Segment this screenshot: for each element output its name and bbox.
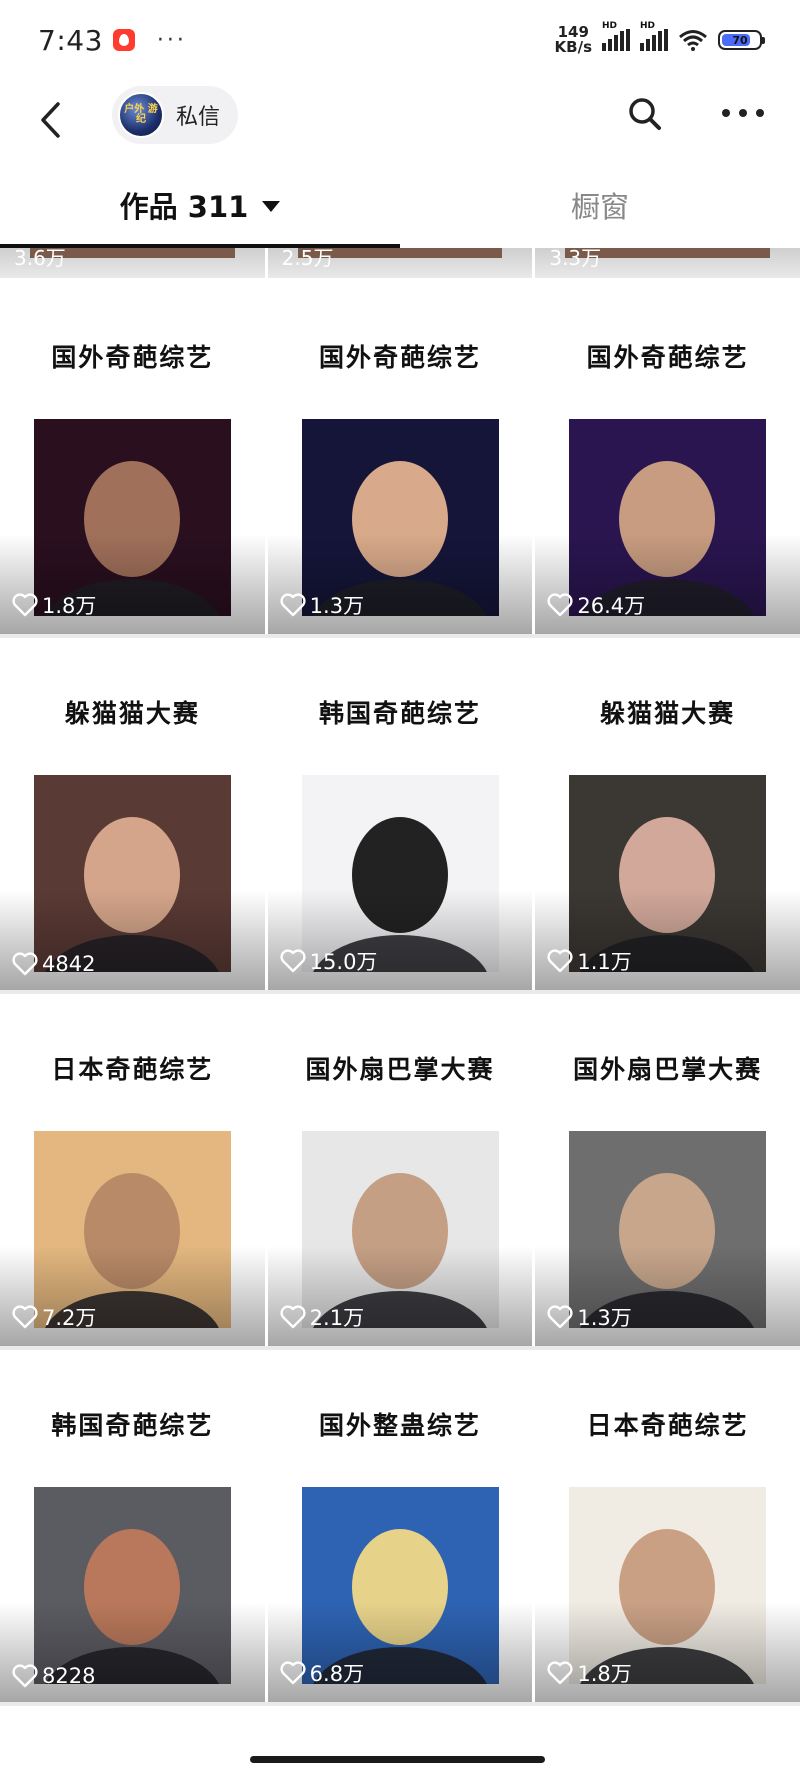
chevron-left-icon (41, 102, 60, 138)
video-cover-title: 躲猫猫大赛 (600, 699, 736, 728)
video-cover-title: 国外扇巴掌大赛 (305, 1055, 495, 1084)
video-tile[interactable]: 韩国奇葩综艺 15.0万 (267, 638, 533, 990)
video-tile[interactable]: 国外奇葩综艺 26.4万 (535, 282, 800, 634)
search-icon (629, 98, 661, 130)
heart-icon (12, 1664, 38, 1688)
video-tile-partial[interactable]: 3.3万 (535, 248, 800, 278)
search-button[interactable] (625, 94, 665, 134)
heart-icon (280, 949, 306, 973)
video-cover-title: 国外扇巴掌大赛 (573, 1055, 763, 1084)
video-row: 国外奇葩综艺 1.8万 国外奇葩综艺 1.3万 国外奇葩综艺 26.4万 (0, 282, 800, 634)
heart-icon (12, 1305, 38, 1329)
like-count: 1.8万 (547, 1658, 632, 1688)
heart-icon (547, 1661, 573, 1685)
video-cover-title: 日本奇葩综艺 (586, 1411, 749, 1440)
video-row: 日本奇葩综艺 7.2万 国外扇巴掌大赛 2.1万 国外扇巴掌大赛 1.3万 (0, 994, 800, 1346)
wifi-icon (679, 30, 707, 51)
partial-row: 3.6万 2.5万 3.3万 (0, 248, 800, 278)
like-count: 1.3万 (547, 1302, 632, 1332)
heart-icon (280, 1661, 306, 1685)
caret-down-icon (262, 200, 281, 212)
video-cover-title: 国外奇葩综艺 (586, 343, 749, 372)
heart-icon (12, 593, 38, 617)
direct-message-button[interactable]: 户外 游纪 私信 (112, 86, 239, 144)
video-cover-title: 日本奇葩综艺 (51, 1055, 214, 1084)
video-cover-title: 韩国奇葩综艺 (319, 699, 482, 728)
heart-icon (280, 593, 306, 617)
more-horizontal-icon (722, 109, 730, 117)
video-tile[interactable]: 国外整蛊综艺 6.8万 (267, 1350, 533, 1702)
status-time: 7:43 (38, 23, 103, 57)
home-indicator[interactable] (250, 1756, 545, 1763)
like-count: 15.0万 (280, 946, 377, 976)
video-cover-title: 躲猫猫大赛 (64, 699, 200, 728)
direct-message-label: 私信 (176, 105, 221, 130)
like-count: 4842 (12, 952, 95, 976)
like-count: 1.8万 (12, 590, 96, 620)
video-tile-partial[interactable]: 2.5万 (267, 248, 533, 278)
video-tile[interactable]: 国外扇巴掌大赛 2.1万 (267, 994, 533, 1346)
more-button[interactable] (722, 98, 764, 128)
video-tile[interactable]: 躲猫猫大赛 1.1万 (535, 638, 800, 990)
video-tile[interactable]: 国外奇葩综艺 1.8万 (0, 282, 265, 634)
avatar: 户外 游纪 (118, 92, 164, 138)
video-tile[interactable]: 国外扇巴掌大赛 1.3万 (535, 994, 800, 1346)
heart-icon (547, 1305, 573, 1329)
back-button[interactable] (30, 90, 70, 150)
like-count: 2.1万 (280, 1302, 364, 1332)
signal-1-icon: HD (602, 21, 630, 51)
heart-icon (280, 1305, 306, 1329)
video-tile[interactable]: 日本奇葩综艺 1.8万 (535, 1350, 800, 1702)
like-count: 26.4万 (547, 590, 645, 620)
video-cover-title: 韩国奇葩综艺 (51, 1411, 214, 1440)
like-count: 1.1万 (547, 946, 632, 976)
like-count: 8228 (12, 1664, 95, 1688)
heart-icon (547, 949, 573, 973)
signal-2-icon: HD (640, 21, 668, 51)
video-tile[interactable]: 躲猫猫大赛 4842 (0, 638, 265, 990)
video-row: 韩国奇葩综艺 8228 国外整蛊综艺 6.8万 日本奇葩综艺 1.8万 (0, 1350, 800, 1702)
tab-works[interactable]: 作品 311 (0, 180, 400, 230)
video-row: 躲猫猫大赛 4842 韩国奇葩综艺 15.0万 躲猫猫大赛 1.1万 (0, 638, 800, 990)
network-speed: 149 KB/s (554, 23, 592, 56)
video-tile[interactable]: 国外奇葩综艺 1.3万 (267, 282, 533, 634)
heart-icon (547, 593, 573, 617)
battery-icon: 70 (718, 30, 765, 50)
video-cover-title: 国外奇葩综艺 (319, 343, 482, 372)
like-count: 1.3万 (280, 590, 364, 620)
profile-header: 户外 游纪 私信 作品 311 橱窗 (0, 80, 800, 230)
row-divider (0, 1702, 800, 1706)
video-tile[interactable]: 韩国奇葩综艺 8228 (0, 1350, 265, 1702)
video-cover-title: 国外奇葩综艺 (51, 343, 214, 372)
video-tile[interactable]: 日本奇葩综艺 7.2万 (0, 994, 265, 1346)
tab-showcase[interactable]: 橱窗 (400, 180, 800, 230)
video-grid: 3.6万 2.5万 3.3万 国外奇葩综艺 1.8万 国外奇葩综艺 1.3万 国外奇葩综… (0, 248, 800, 1726)
video-tile-partial[interactable]: 3.6万 (0, 248, 265, 278)
status-bar: 7:43 ··· 149 KB/s HD HD 70 (0, 0, 800, 80)
more-notifications-icon: ··· (156, 27, 187, 53)
content-tabs: 作品 311 橱窗 (0, 180, 800, 230)
app-notification-icon (112, 29, 135, 51)
heart-icon (12, 952, 38, 976)
like-count: 6.8万 (280, 1658, 364, 1688)
video-cover-title: 国外整蛊综艺 (319, 1411, 482, 1440)
like-count: 7.2万 (12, 1302, 96, 1332)
